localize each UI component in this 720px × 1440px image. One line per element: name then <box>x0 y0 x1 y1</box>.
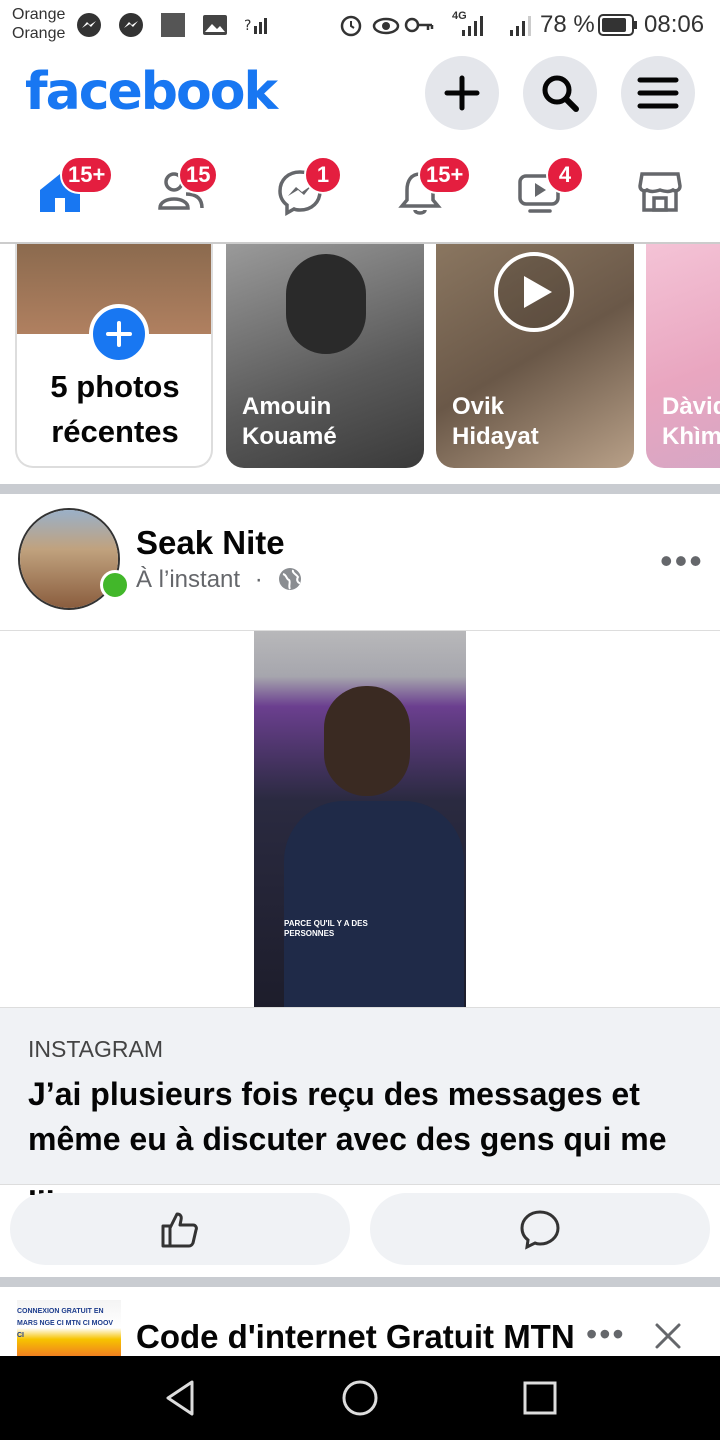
tab-marketplace[interactable] <box>628 150 718 242</box>
story-author: Amouin Kouamé <box>242 393 337 450</box>
more-options-button[interactable]: ••• <box>586 1316 626 1353</box>
recents-icon[interactable] <box>522 1380 558 1416</box>
separator-dot: · <box>254 566 263 593</box>
messenger-icon <box>77 13 101 37</box>
next-post-title[interactable]: Code d'internet Gratuit MTN <box>136 1318 575 1356</box>
carrier-label: Orange Orange <box>12 6 66 42</box>
stories-tray: 5 photos récentes Amouin Kouamé Ovik Hid… <box>0 244 720 484</box>
notification-badge: 15 <box>178 156 219 194</box>
menu-button[interactable] <box>621 56 695 130</box>
search-icon <box>542 75 579 112</box>
signal-icon <box>462 16 483 36</box>
online-indicator <box>100 570 130 600</box>
svg-text:?: ? <box>244 18 251 34</box>
person-body <box>284 801 464 1008</box>
image-icon <box>161 13 185 37</box>
story-card[interactable]: Dàvid Khìm <box>646 244 720 468</box>
plus-icon <box>444 75 480 111</box>
notification-badge: 1 <box>304 156 342 194</box>
home-circle-icon[interactable] <box>340 1378 380 1418</box>
play-icon[interactable] <box>494 252 574 332</box>
menu-icon <box>637 77 679 109</box>
thumb-text: CONNEXION GRATUIT EN MARS NGE CI MTN CI … <box>17 1308 114 1339</box>
notification-badge: 15+ <box>418 156 472 194</box>
like-button[interactable] <box>10 1193 350 1265</box>
comment-button[interactable] <box>370 1193 710 1265</box>
add-story-button[interactable] <box>89 304 149 364</box>
marketplace-icon <box>638 172 682 212</box>
signal-icon <box>510 16 531 36</box>
tab-messenger[interactable]: 1 <box>268 150 358 242</box>
notification-badge: 4 <box>546 156 584 194</box>
battery-percent: 78 % <box>540 11 595 38</box>
facebook-logo[interactable]: facebook <box>25 62 278 122</box>
tab-bar: 15+ 15 1 15+ 4 <box>0 150 720 244</box>
more-options-button[interactable]: ••• <box>660 540 704 582</box>
close-icon[interactable] <box>654 1322 682 1350</box>
status-bar: Orange Orange ? 4G 78 % 08:06 <box>0 0 720 50</box>
system-navigation-bar <box>0 1356 720 1440</box>
page-avatar[interactable]: CONNEXION GRATUIT EN MARS NGE CI MTN CI … <box>17 1300 121 1356</box>
tab-video[interactable]: 4 <box>508 150 598 242</box>
tab-friends[interactable]: 15 <box>148 150 238 242</box>
notification-badge: 15+ <box>60 156 114 194</box>
messenger-icon <box>119 13 143 37</box>
person-head <box>324 686 410 796</box>
thumbs-up-icon <box>161 1212 198 1248</box>
tab-home[interactable]: 15+ <box>26 150 116 242</box>
back-icon[interactable] <box>162 1378 198 1418</box>
story-author: Ovik Hidayat <box>452 393 539 450</box>
post-meta: À l’instant · <box>136 566 303 594</box>
no-signal-icon: ? <box>244 18 267 34</box>
story-author: Dàvid Khìm <box>662 393 720 450</box>
story-photo <box>286 254 366 354</box>
video-caption: PARCE QU'IL Y A DES PERSONNES <box>284 919 368 938</box>
story-card[interactable]: Ovik Hidayat <box>436 244 634 468</box>
link-source: INSTAGRAM <box>28 1036 164 1062</box>
battery-icon <box>598 14 637 36</box>
key-icon <box>404 17 434 33</box>
create-story-card[interactable]: 5 photos récentes <box>15 244 213 468</box>
plus-icon <box>106 321 132 347</box>
video-thumbnail[interactable]: PARCE QU'IL Y A DES PERSONNES <box>254 631 466 1008</box>
create-story-label: 5 photos récentes <box>50 369 180 449</box>
section-divider <box>0 1277 720 1287</box>
eye-icon <box>372 17 400 35</box>
link-title[interactable]: J’ai plusieurs fois reçu des messages et… <box>28 1072 698 1207</box>
section-divider <box>0 484 720 494</box>
post-author[interactable]: Seak Nite <box>136 524 285 562</box>
search-button[interactable] <box>523 56 597 130</box>
gallery-icon <box>203 15 227 35</box>
story-card[interactable]: Amouin Kouamé <box>226 244 424 468</box>
globe-icon <box>279 568 302 590</box>
tab-notifications[interactable]: 15+ <box>388 150 478 242</box>
comment-icon <box>520 1210 560 1250</box>
clock: 08:06 <box>644 11 705 38</box>
create-button[interactable] <box>425 56 499 130</box>
post-time[interactable]: À l’instant <box>136 566 240 593</box>
alarm-icon <box>340 15 362 37</box>
post-media[interactable]: PARCE QU'IL Y A DES PERSONNES <box>0 630 720 1008</box>
